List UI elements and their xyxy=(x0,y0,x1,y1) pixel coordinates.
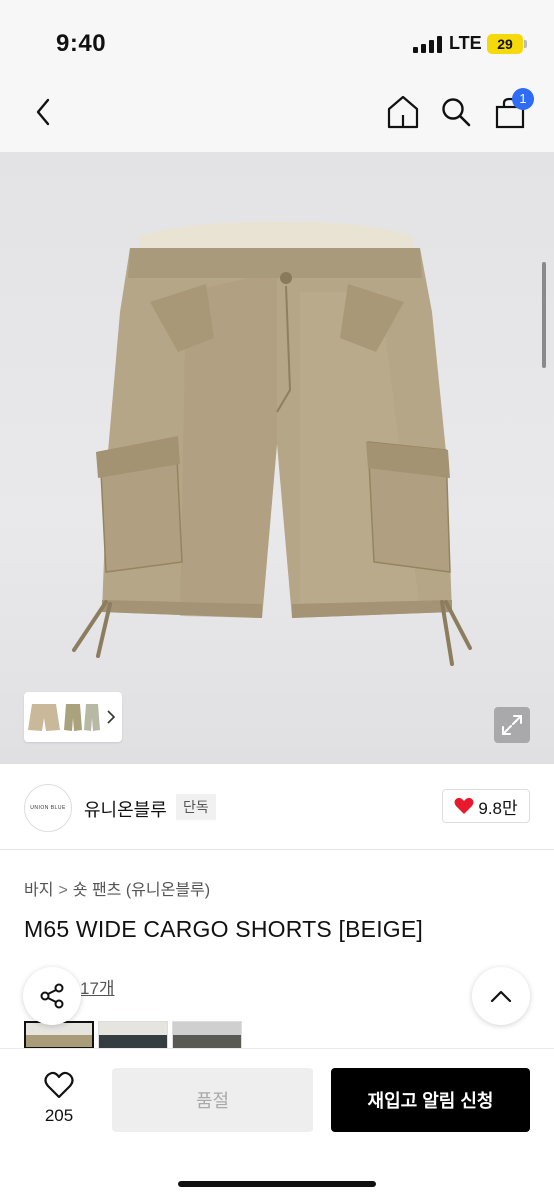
home-button[interactable] xyxy=(386,94,420,130)
image-thumbnails[interactable] xyxy=(24,692,122,742)
wishlist-button[interactable]: 205 xyxy=(24,1071,94,1126)
color-swatch-charcoal[interactable] xyxy=(98,1021,168,1049)
color-swatch-beige[interactable] xyxy=(24,1021,94,1049)
nav-bar: 1 xyxy=(0,84,554,152)
heart-outline-icon xyxy=(44,1071,74,1099)
cart-count-badge: 1 xyxy=(512,88,534,110)
network-label: LTE xyxy=(449,33,482,53)
battery-level: 29 xyxy=(497,36,513,52)
brand-like-button[interactable]: 9.8만 xyxy=(442,789,530,823)
brand-name[interactable]: 유니온블루 xyxy=(84,796,167,822)
chevron-up-icon xyxy=(490,990,512,1003)
breadcrumb-separator: > xyxy=(58,882,68,899)
back-button[interactable] xyxy=(28,97,58,127)
home-indicator[interactable] xyxy=(178,1181,376,1187)
heart-icon xyxy=(454,797,474,814)
product-image[interactable] xyxy=(0,152,554,764)
brand-logo-text: UNION BLUE xyxy=(30,805,66,811)
bottom-action-bar: 205 품절 재입고 알림 신청 xyxy=(0,1048,554,1200)
exclusive-badge: 단독 xyxy=(176,794,216,820)
home-icon xyxy=(387,95,419,129)
restock-alert-button[interactable]: 재입고 알림 신청 xyxy=(331,1068,530,1132)
sold-out-button: 품절 xyxy=(112,1068,313,1132)
brand-like-count: 9.8만 xyxy=(478,798,518,818)
product-title: M65 WIDE CARGO SHORTS [BEIGE] xyxy=(24,916,424,942)
search-button[interactable] xyxy=(440,96,472,128)
back-icon xyxy=(36,98,50,126)
brand-logo[interactable]: UNION BLUE xyxy=(24,784,72,832)
scrollbar[interactable] xyxy=(542,262,546,368)
breadcrumb-subcategory[interactable]: 숏 팬츠 (유니온블루) xyxy=(73,882,210,899)
scroll-top-button[interactable] xyxy=(472,967,530,1025)
share-button[interactable] xyxy=(23,967,81,1025)
expand-button[interactable] xyxy=(494,707,530,743)
expand-icon xyxy=(502,715,522,735)
status-bar: 9:40 LTE 29 xyxy=(0,0,554,84)
share-icon xyxy=(40,983,64,1009)
status-time: 9:40 xyxy=(56,30,107,57)
breadcrumb: 바지 > 숏 팬츠 (유니온블루) xyxy=(24,876,210,900)
product-photo xyxy=(72,221,472,666)
search-icon xyxy=(442,98,471,127)
signal-icon xyxy=(413,36,443,53)
breadcrumb-category[interactable]: 바지 xyxy=(24,882,53,899)
brand-row: UNION BLUE 유니온블루 단독 9.8만 xyxy=(0,764,554,850)
chevron-right-icon xyxy=(107,710,116,724)
battery-icon: 29 xyxy=(487,34,527,54)
color-swatch-olive[interactable] xyxy=(172,1021,242,1049)
wishlist-count: 205 xyxy=(44,1106,74,1125)
cart-button[interactable]: 1 xyxy=(494,88,534,130)
